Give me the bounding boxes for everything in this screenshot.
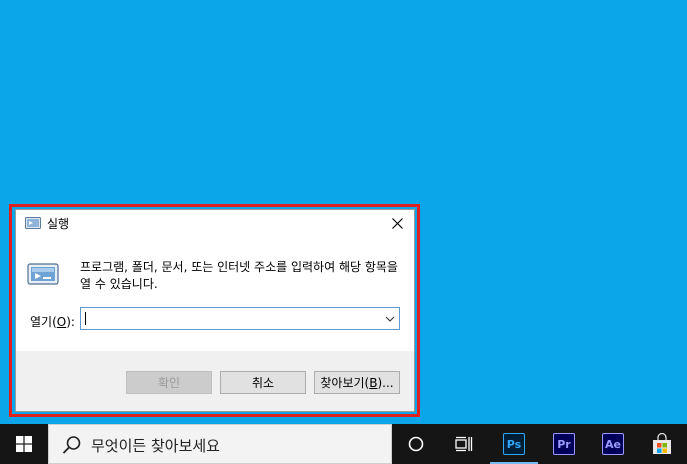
taskbar: 무엇이든 찾아보세요 Ps Pr Ae	[0, 424, 687, 464]
cancel-button[interactable]: 취소	[220, 371, 306, 394]
close-button[interactable]	[380, 210, 414, 237]
dialog-content: 프로그램, 폴더, 문서, 또는 인터넷 주소를 입력하여 해당 항목을 열 수…	[16, 237, 414, 351]
dialog-titlebar[interactable]: 실행	[16, 210, 414, 237]
task-view-icon	[455, 436, 473, 452]
close-icon	[391, 218, 403, 229]
search-icon	[62, 436, 81, 454]
browse-button[interactable]: 찾아보기(B)...	[314, 371, 400, 394]
premiere-icon: Pr	[553, 433, 575, 455]
chevron-down-icon[interactable]	[385, 314, 395, 324]
run-icon	[27, 263, 59, 285]
dialog-title: 실행	[47, 217, 70, 231]
search-placeholder: 무엇이든 찾아보세요	[91, 437, 220, 455]
cortana-button[interactable]	[392, 424, 440, 464]
photoshop-icon: Ps	[503, 433, 525, 455]
store-icon	[653, 433, 671, 454]
run-dialog: 실행 프로그램, 폴더, 문서, 또는 인터넷 주소를 입력하여 해당 항목을 …	[15, 209, 415, 412]
open-combobox[interactable]	[80, 307, 400, 330]
text-caret	[85, 312, 86, 325]
search-box[interactable]: 무엇이든 찾아보세요	[48, 424, 392, 464]
windows-logo-icon	[16, 436, 32, 452]
after-effects-icon: Ae	[602, 433, 624, 455]
cortana-icon	[408, 436, 424, 452]
start-button[interactable]	[0, 424, 48, 464]
open-input[interactable]	[84, 310, 374, 327]
ok-button[interactable]: 확인	[126, 371, 212, 394]
taskbar-app-photoshop[interactable]: Ps	[490, 424, 538, 464]
taskbar-app-store[interactable]	[638, 424, 686, 464]
task-view-button[interactable]	[440, 424, 488, 464]
run-app-icon	[25, 217, 41, 229]
dialog-description: 프로그램, 폴더, 문서, 또는 인터넷 주소를 입력하여 해당 항목을 열 수…	[80, 260, 398, 291]
taskbar-app-after-effects[interactable]: Ae	[589, 424, 637, 464]
open-label: 열기(O):	[30, 315, 75, 329]
taskbar-app-premiere[interactable]: Pr	[540, 424, 588, 464]
